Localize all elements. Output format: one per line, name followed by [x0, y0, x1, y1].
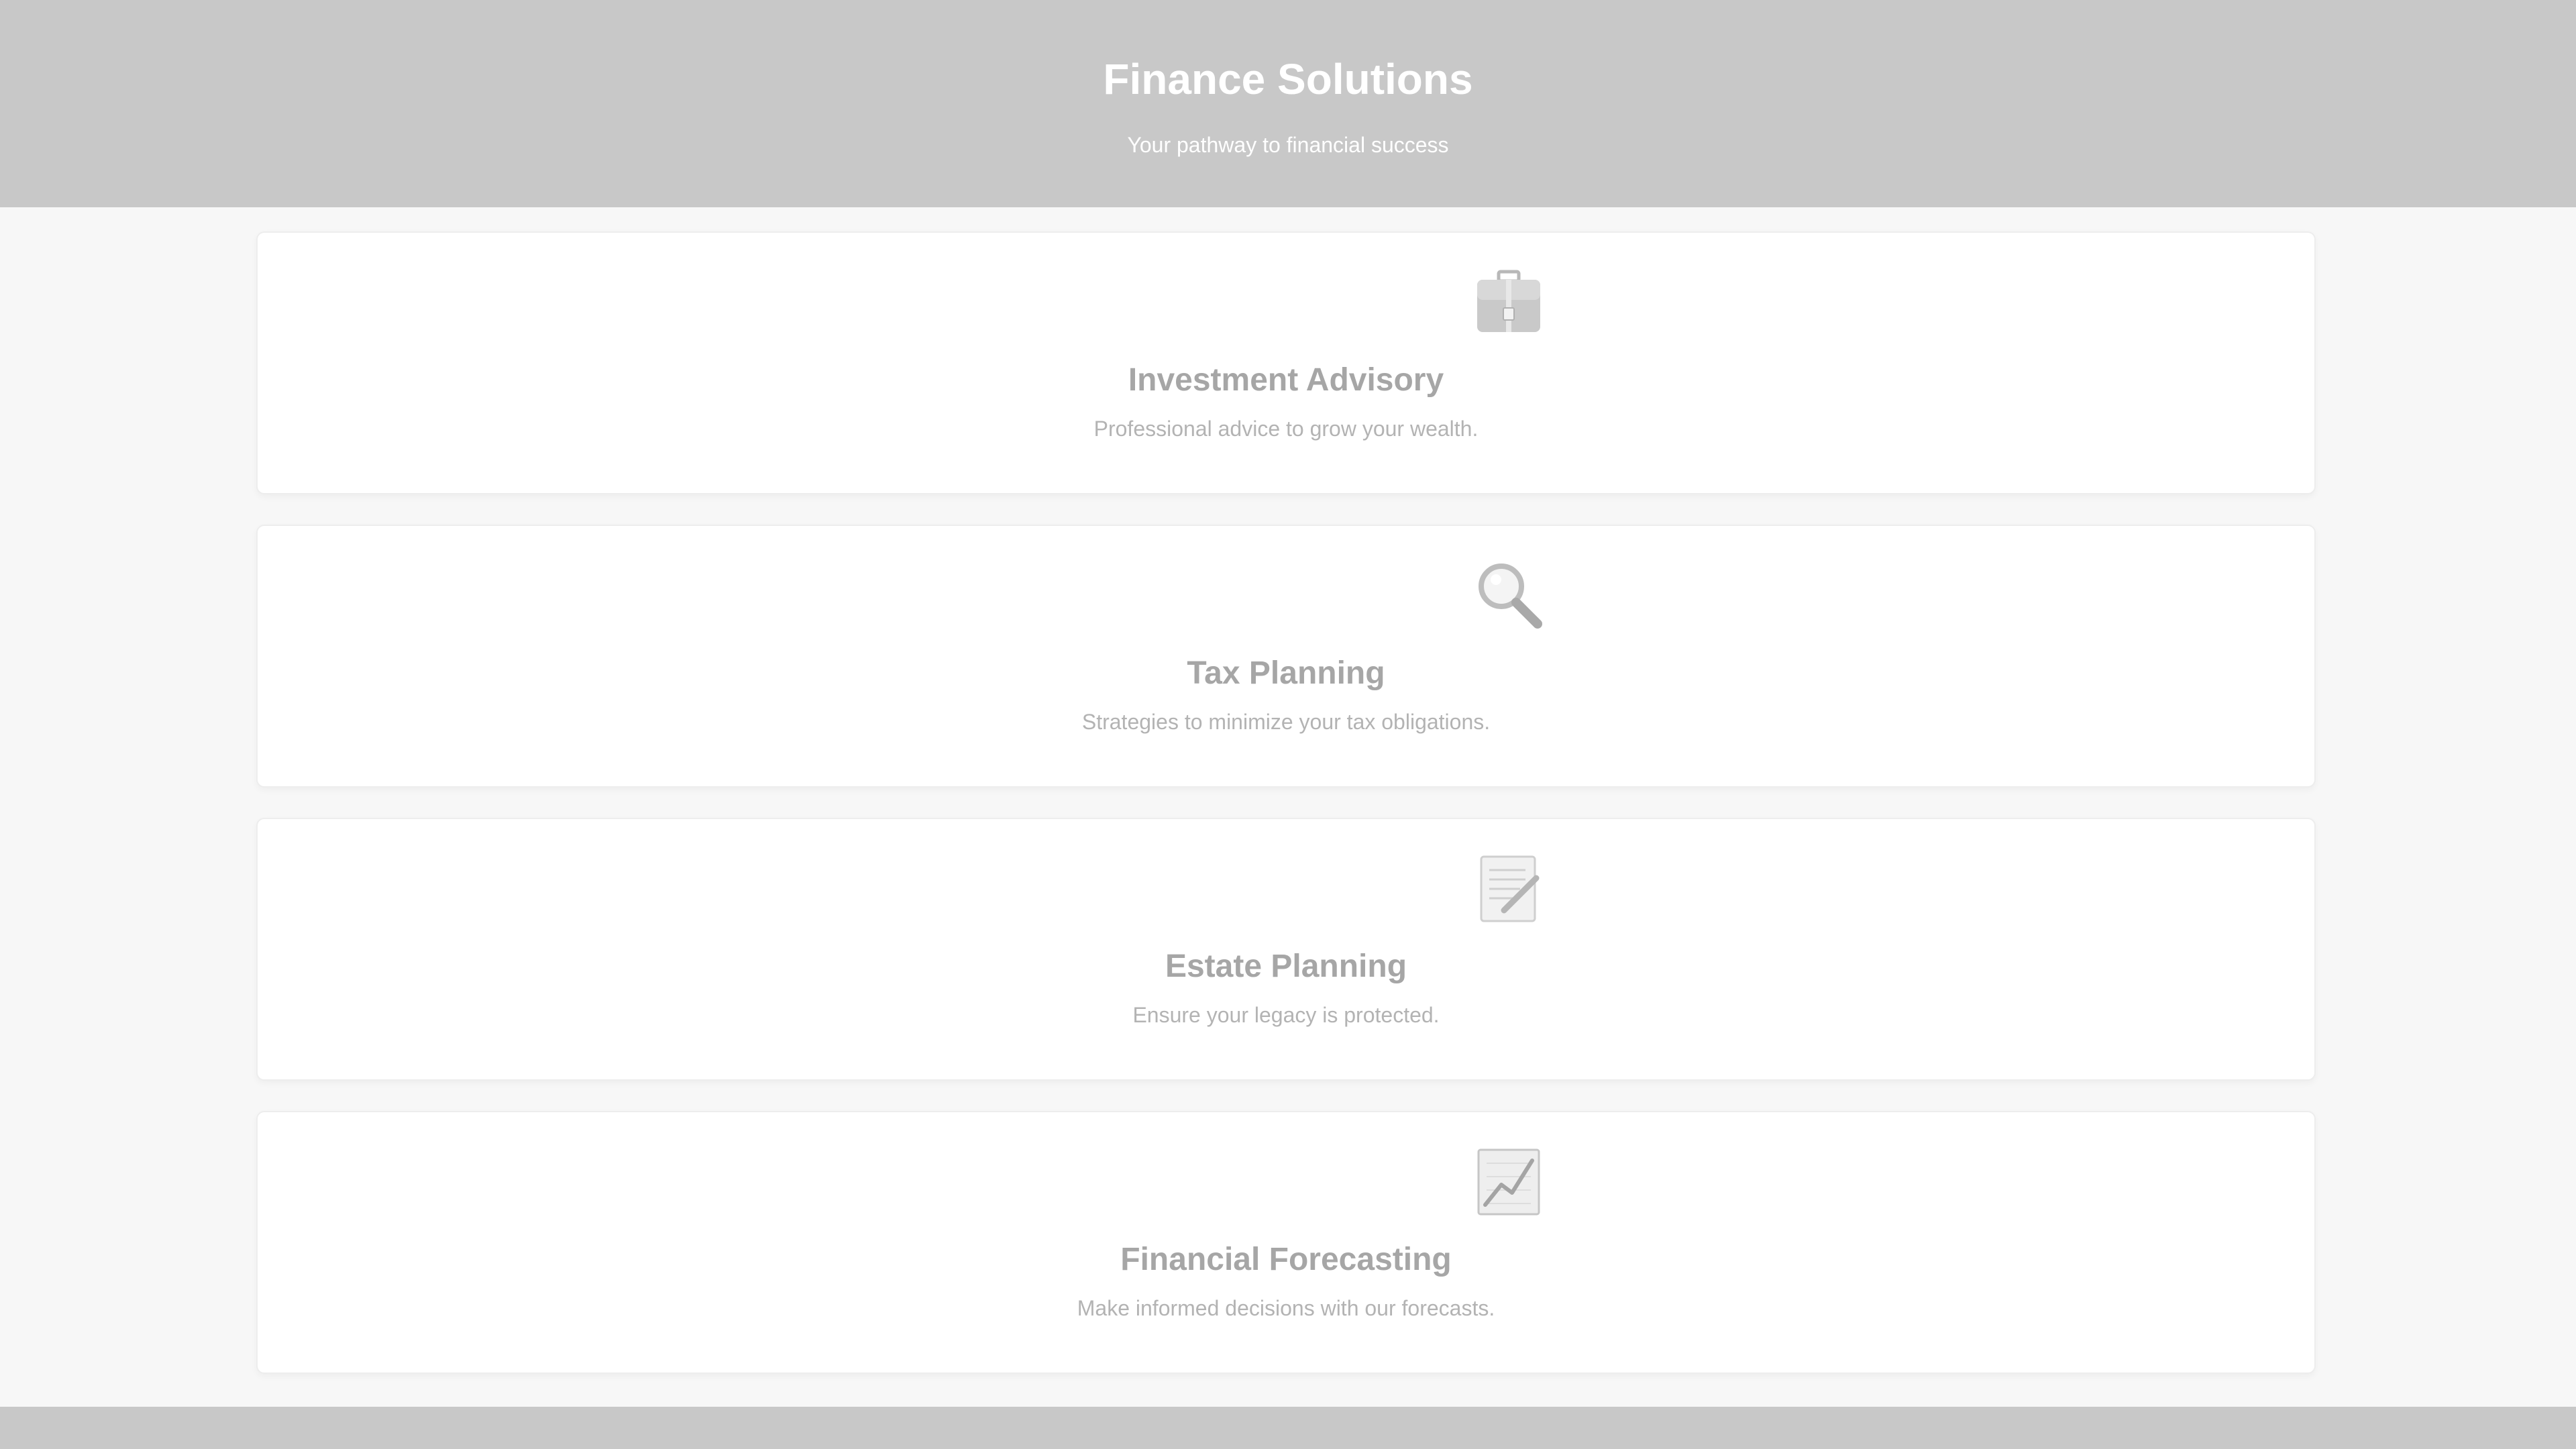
site-footer: [0, 1407, 2576, 1449]
service-title: Estate Planning: [1165, 949, 1407, 984]
service-card-estate-planning[interactable]: Estate Planning Ensure your legacy is pr…: [256, 818, 2316, 1081]
magnifying-glass-icon: [1479, 564, 1542, 629]
service-description: Ensure your legacy is protected.: [1132, 1003, 1440, 1027]
page-title: Finance Solutions: [1103, 55, 1473, 103]
document-pencil-icon: [1480, 855, 1540, 922]
briefcase-icon: [1477, 270, 1540, 332]
service-card-investment-advisory[interactable]: Investment Advisory Professional advice …: [256, 231, 2316, 494]
service-description: Professional advice to grow your wealth.: [1093, 417, 1479, 441]
chart-line-icon: [1477, 1148, 1540, 1216]
service-card-financial-forecasting[interactable]: Financial Forecasting Make informed deci…: [256, 1111, 2316, 1374]
service-description: Make informed decisions with our forecas…: [1077, 1296, 1495, 1320]
service-title: Financial Forecasting: [1120, 1242, 1452, 1277]
site-header: Finance Solutions Your pathway to financ…: [0, 0, 2576, 207]
service-card-tax-planning[interactable]: Tax Planning Strategies to minimize your…: [256, 525, 2316, 788]
service-title: Investment Advisory: [1128, 362, 1444, 398]
service-title: Tax Planning: [1187, 655, 1385, 691]
service-description: Strategies to minimize your tax obligati…: [1081, 710, 1491, 734]
page-subtitle: Your pathway to financial success: [1127, 133, 1449, 157]
